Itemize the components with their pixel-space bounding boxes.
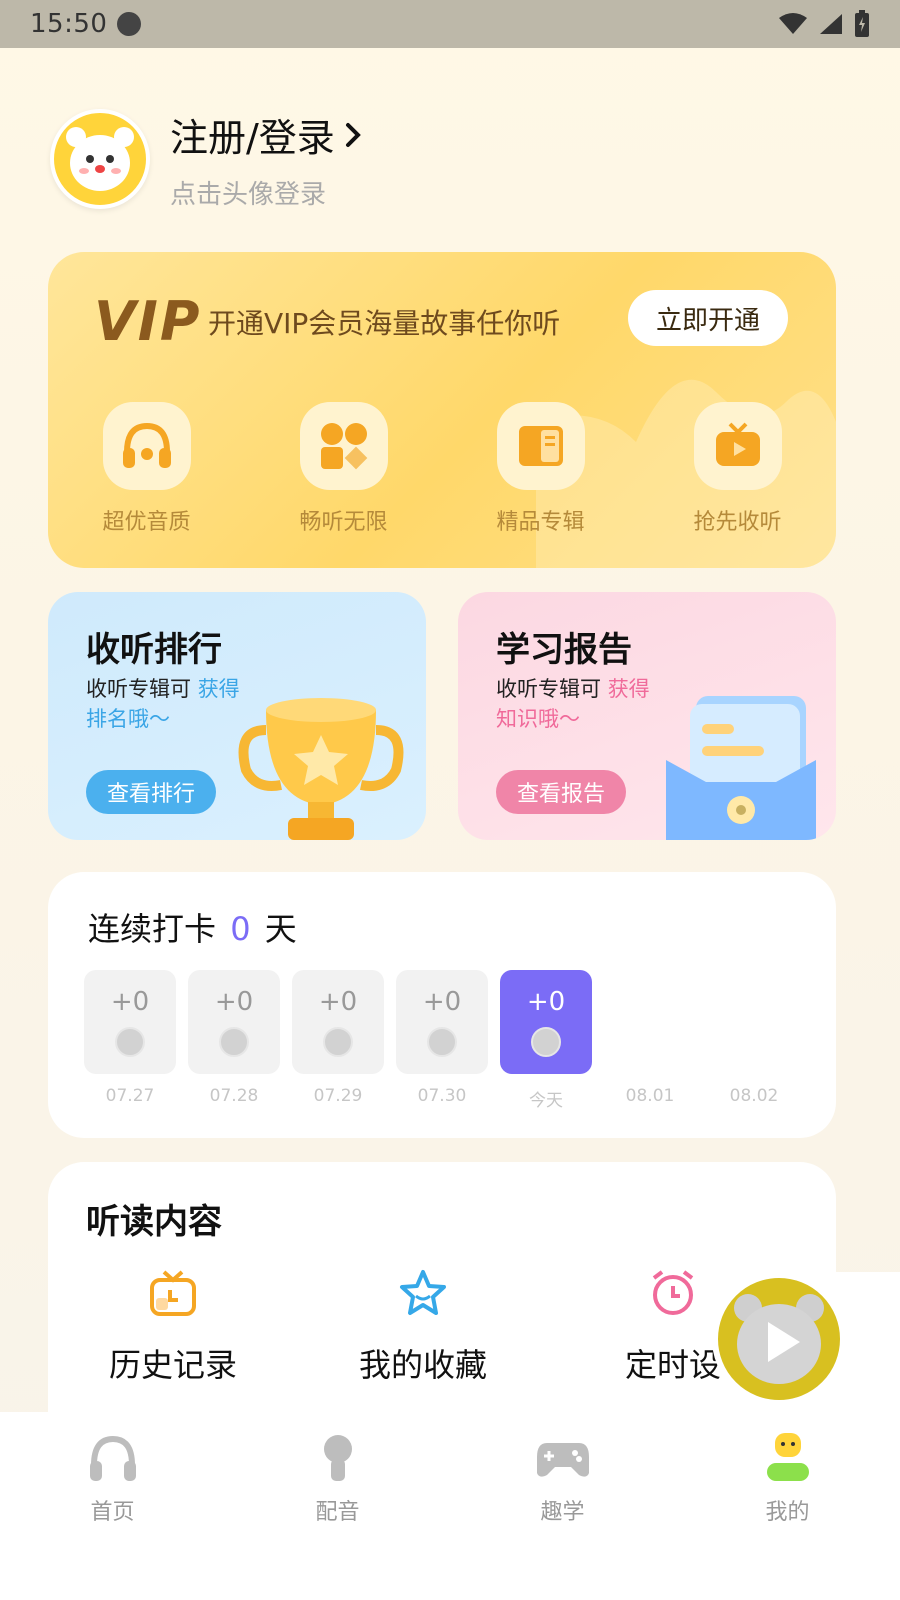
tab-fun-learning[interactable]: 趣学 xyxy=(450,1412,675,1600)
vip-slogan: 开通VIP会员海量故事任你听 xyxy=(208,307,561,340)
chevron-right-icon xyxy=(345,122,361,147)
status-bar: 15:50 xyxy=(0,0,900,48)
cat-icon xyxy=(117,12,142,36)
vip-perk-label: 超优音质 xyxy=(102,510,191,535)
player-bear-icon[interactable] xyxy=(712,1272,846,1406)
coin-icon xyxy=(531,1027,561,1057)
signal-icon xyxy=(820,14,842,34)
coin-icon xyxy=(427,1027,457,1057)
rank-card[interactable]: 收听排行 收听专辑可 获得 排名哦～ 查看排行 xyxy=(48,592,426,840)
checkin-day[interactable]: +0 07.28 xyxy=(188,970,280,1111)
microphone-icon xyxy=(308,1428,368,1488)
history-item[interactable]: 历史记录 xyxy=(48,1266,298,1386)
content-title: 听读内容 xyxy=(86,1202,222,1242)
checkin-card: 连续打卡 0 天 +0 07.27 +0 07.28 +0 07.29 +0 0… xyxy=(48,872,836,1138)
avatar[interactable] xyxy=(50,109,150,209)
battery-icon xyxy=(855,10,869,37)
checkin-day[interactable]: +0 07.30 xyxy=(396,970,488,1111)
book-icon xyxy=(496,402,585,490)
tv-play-icon xyxy=(693,402,782,490)
headphones-icon xyxy=(102,402,191,490)
headphones-icon xyxy=(83,1428,143,1488)
vip-logo: VIP xyxy=(94,290,202,353)
vip-perk-label: 畅听无限 xyxy=(299,510,388,535)
report-desc: 收听专辑可 获得 知识哦～ xyxy=(496,677,650,731)
coin-icon xyxy=(219,1027,249,1057)
report-folder-icon xyxy=(666,696,816,840)
tab-mine[interactable]: 我的 xyxy=(675,1412,900,1600)
checkin-heading: 连续打卡 0 天 xyxy=(88,910,297,948)
report-card[interactable]: 学习报告 收听专辑可 获得 知识哦～ 查看报告 xyxy=(458,592,836,840)
alarm-clock-icon xyxy=(646,1266,700,1320)
star-icon xyxy=(396,1266,450,1320)
checkin-day-today[interactable]: +0 今天 xyxy=(500,970,592,1111)
status-time: 15:50 xyxy=(30,9,108,39)
vip-perks: 超优音质 畅听无限 精品专辑 抢先收听 xyxy=(48,402,836,536)
rank-title: 收听排行 xyxy=(86,630,222,670)
history-tv-icon xyxy=(146,1266,200,1320)
bear-avatar-icon xyxy=(66,127,134,191)
vip-perk[interactable]: 精品专辑 xyxy=(442,402,639,536)
bottom-tab-bar: 首页 配音 趣学 我的 xyxy=(0,1412,900,1600)
gamepad-icon xyxy=(533,1428,593,1488)
checkin-day: 08.02 xyxy=(729,1086,779,1106)
coin-icon xyxy=(323,1027,353,1057)
vip-card[interactable]: VIP 开通VIP会员海量故事任你听 立即开通 超优音质 畅听无限 精品专辑 抢… xyxy=(48,252,836,568)
login-title: 注册/登录 xyxy=(170,116,335,160)
vip-open-button[interactable]: 立即开通 xyxy=(628,290,788,346)
view-rank-button[interactable]: 查看排行 xyxy=(86,770,216,814)
vip-perk-label: 抢先收听 xyxy=(693,510,782,535)
checkin-days: +0 07.27 +0 07.28 +0 07.29 +0 07.30 +0 今… xyxy=(84,970,800,1111)
vip-perk[interactable]: 抢先收听 xyxy=(639,402,836,536)
login-link[interactable]: 注册/登录 xyxy=(170,107,363,162)
floating-player[interactable] xyxy=(712,1272,900,1412)
profile-icon xyxy=(758,1428,818,1488)
profile-header: 注册/登录 点击头像登录 xyxy=(50,104,850,214)
checkin-day: 08.01 xyxy=(625,1086,675,1106)
checkin-day[interactable]: +0 07.29 xyxy=(292,970,384,1111)
vip-perk[interactable]: 畅听无限 xyxy=(245,402,442,536)
vip-perk[interactable]: 超优音质 xyxy=(48,402,245,536)
tab-home[interactable]: 首页 xyxy=(0,1412,225,1600)
shapes-icon xyxy=(299,402,388,490)
tab-dubbing[interactable]: 配音 xyxy=(225,1412,450,1600)
trophy-icon xyxy=(238,698,404,840)
status-icons xyxy=(778,10,870,38)
view-report-button[interactable]: 查看报告 xyxy=(496,770,626,814)
checkin-day[interactable]: +0 07.27 xyxy=(84,970,176,1111)
wifi-icon xyxy=(779,13,807,34)
favorites-item[interactable]: 我的收藏 xyxy=(298,1266,548,1386)
vip-perk-label: 精品专辑 xyxy=(496,510,585,535)
coin-icon xyxy=(115,1027,145,1057)
report-title: 学习报告 xyxy=(496,630,632,670)
login-subtitle: 点击头像登录 xyxy=(170,180,327,210)
checkin-count: 0 xyxy=(230,910,251,948)
